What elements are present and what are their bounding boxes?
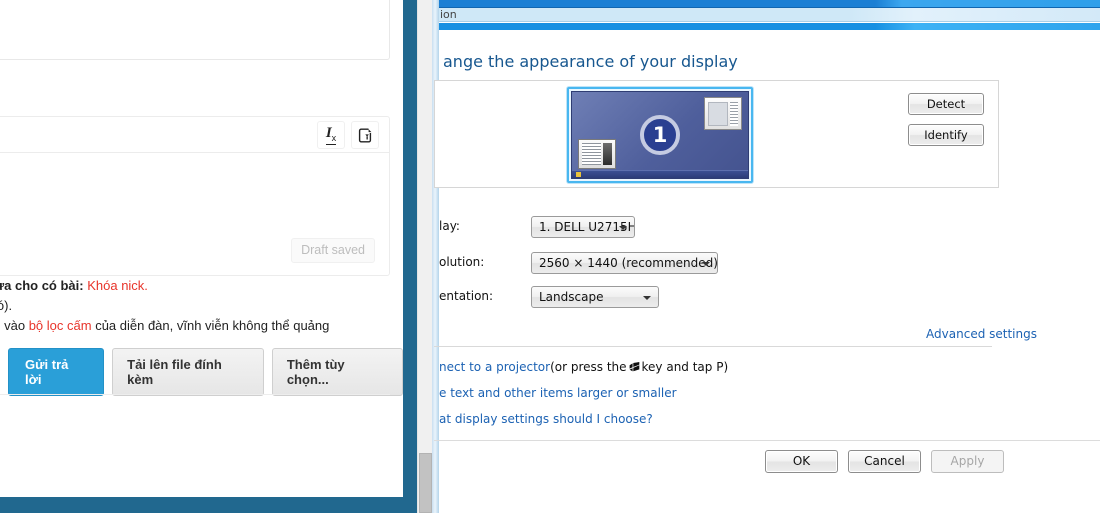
scrollbar-thumb[interactable] xyxy=(419,453,432,513)
orientation-field-label: entation: xyxy=(439,289,494,303)
cancel-button[interactable]: Cancel xyxy=(848,450,921,473)
section-divider xyxy=(434,346,992,347)
more-options-button[interactable]: Thêm tùy chọn... xyxy=(271,348,403,396)
identify-button[interactable]: Identify xyxy=(908,124,984,146)
resolution-field-label: olution: xyxy=(439,255,485,269)
monitor-screen: 1 xyxy=(571,91,749,179)
dialog-content: ange the appearance of your display 1 De… xyxy=(434,30,1100,513)
upload-attachment-button[interactable]: Tải lên file đính kèm xyxy=(112,348,264,396)
apply-button: Apply xyxy=(931,450,1004,473)
footer-divider xyxy=(434,440,1100,441)
windows-logo-icon xyxy=(629,361,640,372)
display-settings-window: ion ange the appearance of your display … xyxy=(432,0,1100,513)
detect-identify-group: Detect Identify xyxy=(908,93,984,146)
projector-text-a: (or press the xyxy=(550,360,627,374)
advanced-settings-link[interactable]: Advanced settings xyxy=(926,327,1037,341)
remove-format-icon[interactable]: Ix xyxy=(317,121,345,149)
notice-line1-prefix: ăn bừa cho có bài: xyxy=(0,278,84,293)
text-size-link[interactable]: e text and other items larger or smaller xyxy=(439,386,677,400)
chevron-down-icon xyxy=(702,262,710,266)
connect-projector-link[interactable]: nect to a projector xyxy=(439,360,550,374)
ok-button[interactable]: OK xyxy=(765,450,838,473)
display-field-label: lay: xyxy=(439,219,460,233)
orientation-select[interactable]: Landscape xyxy=(531,286,659,308)
notice-line2: rng có). xyxy=(0,298,13,313)
browser-window: Ix Draft saved ăn bừa cho có bài: Khóa n… xyxy=(0,0,432,513)
breadcrumb[interactable]: ion xyxy=(439,8,1100,22)
draft-saved-badge: Draft saved xyxy=(291,238,375,263)
address-bar: ion xyxy=(439,0,1100,31)
mini-window-icon xyxy=(704,97,742,130)
notice-line3-prefix: phẩm vào xyxy=(0,318,26,333)
resolution-select-value: 2560 × 1440 (recommended) xyxy=(539,256,718,270)
notice-line3-link[interactable]: bộ lọc cấm xyxy=(29,318,92,333)
mini-document-icon xyxy=(578,139,616,169)
forum-notice: ăn bừa cho có bài: Khóa nick. rng có). p… xyxy=(0,276,390,336)
browser-scrollbar[interactable] xyxy=(417,0,432,513)
notice-line3-suffix: của diễn đàn, vĩnh viễn không thể quảng xyxy=(91,318,330,333)
forum-upper-panel xyxy=(0,0,390,60)
display-field-row: lay: 1. DELL U2715H xyxy=(439,216,999,238)
submit-reply-button[interactable]: Gửi trả lời xyxy=(8,348,105,396)
projector-text-b: key and tap P) xyxy=(641,360,729,374)
detect-button[interactable]: Detect xyxy=(908,93,984,115)
address-bar-top-band xyxy=(439,0,1100,8)
chevron-down-icon xyxy=(643,296,651,300)
monitor-preview-area: 1 Detect Identify xyxy=(434,80,999,188)
resolution-field-row: olution: 2560 × 1440 (recommended) xyxy=(439,252,999,274)
dialog-footer-buttons: OK Cancel Apply xyxy=(765,450,1004,473)
editor-toolbar: Ix xyxy=(0,117,389,153)
projector-row: nect to a projector(or press the key and … xyxy=(439,360,728,374)
forum-action-buttons: Gửi trả lời Tải lên file đính kèm Thêm t… xyxy=(8,348,403,396)
source-code-icon[interactable] xyxy=(351,121,379,149)
chevron-down-icon xyxy=(619,226,627,230)
which-settings-link[interactable]: at display settings should I choose? xyxy=(439,412,653,426)
window-left-frame xyxy=(432,0,439,513)
resolution-select[interactable]: 2560 × 1440 (recommended) xyxy=(531,252,718,274)
orientation-field-row: entation: Landscape xyxy=(439,286,999,308)
monitor-1-thumbnail[interactable]: 1 xyxy=(567,87,753,183)
forum-panel-divider xyxy=(0,394,390,395)
orientation-select-value: Landscape xyxy=(539,290,604,304)
page-title: ange the appearance of your display xyxy=(443,52,738,71)
forum-page-content: Ix Draft saved ăn bừa cho có bài: Khóa n… xyxy=(0,0,403,497)
post-editor[interactable]: Ix Draft saved xyxy=(0,116,390,276)
mini-taskbar xyxy=(572,170,748,178)
notice-line1-link[interactable]: Khóa nick. xyxy=(87,278,148,293)
display-select[interactable]: 1. DELL U2715H xyxy=(531,216,635,238)
monitor-number-label: 1 xyxy=(640,115,680,155)
